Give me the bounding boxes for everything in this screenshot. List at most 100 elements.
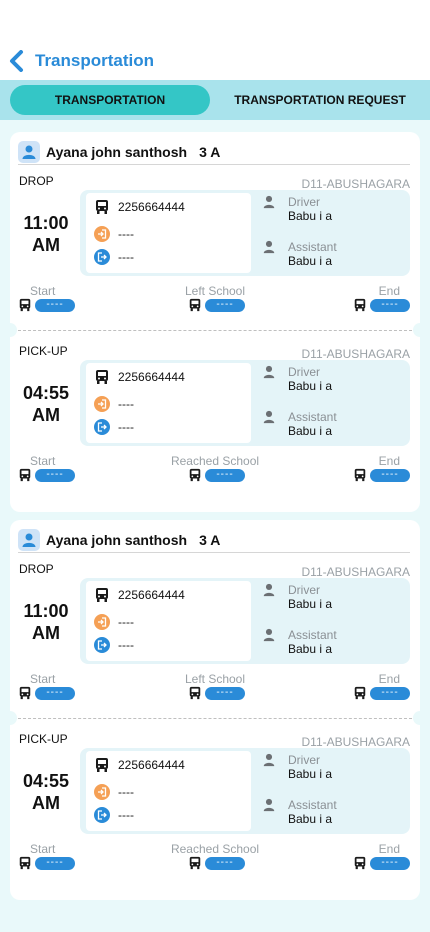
time-ampm: AM	[32, 793, 60, 813]
assistant-name: Babu i a	[288, 254, 333, 268]
trip-type: DROP	[19, 562, 54, 576]
trip-time: 04:55 AM	[18, 382, 74, 426]
bus-icon	[353, 298, 367, 312]
stage-status: ----	[188, 856, 245, 870]
driver-name: Babu i a	[288, 597, 333, 611]
stage-status-pill[interactable]: ----	[370, 686, 410, 700]
person-icon	[262, 410, 276, 424]
bus-info: 2256664444 ---- ----	[86, 581, 251, 661]
stage-status: ----	[188, 468, 245, 482]
person-icon	[262, 195, 276, 209]
stage-status-pill[interactable]: ----	[35, 686, 75, 700]
stage-status-pill[interactable]: ----	[205, 856, 245, 870]
boarding-row: ----	[94, 396, 134, 412]
login-icon	[94, 396, 110, 412]
boarding-value: ----	[118, 227, 134, 241]
stage-status-pill[interactable]: ----	[205, 686, 245, 700]
assistant-name: Babu i a	[288, 812, 333, 826]
stage-status-pill[interactable]: ----	[35, 856, 75, 870]
bus-icon	[18, 298, 32, 312]
boarding-value: ----	[118, 785, 134, 799]
page-title: Transportation	[35, 51, 155, 70]
route-name: D11-ABUSHAGARA	[301, 177, 410, 191]
stage-status: ----	[18, 298, 75, 312]
tab-transportation-request[interactable]: TRANSPORTATION REQUEST	[210, 85, 430, 115]
stage-status-pill[interactable]: ----	[205, 468, 245, 482]
login-icon	[94, 226, 110, 242]
stage-status: ----	[353, 856, 410, 870]
trip-section: DROP D11-ABUSHAGARA 11:00 AM 2256664444	[10, 562, 420, 732]
driver-name: Babu i a	[288, 767, 333, 781]
logout-icon	[94, 807, 110, 823]
app-header: Transportation	[0, 0, 430, 80]
bus-icon	[94, 757, 110, 773]
driver-label: Driver	[288, 365, 320, 379]
boarding-row: ----	[94, 226, 134, 242]
assistant-label: Assistant	[288, 240, 337, 254]
time-hm: 04:55	[22, 383, 70, 403]
stage-status: ----	[188, 686, 245, 700]
stage-status-pill[interactable]: ----	[370, 856, 410, 870]
alighting-row: ----	[94, 419, 134, 435]
boarding-row: ----	[94, 784, 134, 800]
alighting-value: ----	[118, 250, 134, 264]
driver-name: Babu i a	[288, 379, 333, 393]
time-hm: 04:55	[22, 771, 70, 791]
bus-info: 2256664444 ---- ----	[86, 193, 251, 273]
trip-time: 04:55 AM	[18, 770, 74, 814]
time-hm: 11:00	[23, 601, 69, 621]
bus-number: 2256664444	[118, 370, 185, 384]
stage-status: ----	[18, 468, 75, 482]
time-hm: 11:00	[23, 213, 69, 233]
person-icon	[262, 240, 276, 254]
boarding-row: ----	[94, 614, 134, 630]
stage-label: Left School	[184, 672, 246, 686]
route-name: D11-ABUSHAGARA	[301, 565, 410, 579]
alighting-row: ----	[94, 249, 134, 265]
route-name: D11-ABUSHAGARA	[301, 347, 410, 361]
chevron-left-icon	[10, 50, 23, 72]
stage-label: Reached School	[170, 454, 260, 468]
stage-status-pill[interactable]: ----	[370, 468, 410, 482]
stage-status-pill[interactable]: ----	[370, 298, 410, 312]
bus-number: 2256664444	[118, 758, 185, 772]
avatar	[18, 528, 40, 551]
bus-icon	[353, 468, 367, 482]
trip-type: PICK-UP	[19, 344, 68, 358]
boarding-value: ----	[118, 397, 134, 411]
stage-status: ----	[18, 856, 75, 870]
person-icon	[262, 753, 276, 767]
time-ampm: AM	[32, 623, 60, 643]
bus-icon	[94, 587, 110, 603]
stage-label: Left School	[184, 284, 246, 298]
trip-info-box: 2256664444 ---- ---- Driver Babu i a Ass…	[80, 748, 410, 834]
time-ampm: AM	[32, 405, 60, 425]
ticket-notch	[413, 711, 427, 725]
student-transport-card: Ayana john santhosh 3 A DROP D11-ABUSHAG…	[3, 132, 427, 512]
student-transport-card: Ayana john santhosh 3 A DROP D11-ABUSHAG…	[3, 520, 427, 900]
student-row: Ayana john santhosh 3 A	[18, 139, 410, 165]
driver-label: Driver	[288, 195, 320, 209]
bus-icon	[188, 298, 202, 312]
trip-time: 11:00 AM	[18, 600, 74, 644]
stage-label: End	[378, 672, 400, 686]
assistant-name: Babu i a	[288, 424, 333, 438]
bus-number: 2256664444	[118, 200, 185, 214]
back-button[interactable]: Transportation	[8, 50, 154, 72]
stage-status-pill[interactable]: ----	[205, 298, 245, 312]
stage-label: End	[378, 454, 400, 468]
stage-status: ----	[353, 468, 410, 482]
bus-icon	[18, 468, 32, 482]
bus-info: 2256664444 ---- ----	[86, 363, 251, 443]
student-class: 3 A	[199, 531, 221, 548]
assistant-label: Assistant	[288, 410, 337, 424]
bus-icon	[353, 686, 367, 700]
tab-transportation[interactable]: TRANSPORTATION	[10, 85, 210, 115]
trip-type: PICK-UP	[19, 732, 68, 746]
alighting-value: ----	[118, 638, 134, 652]
ticket-notch	[413, 323, 427, 337]
person-icon	[262, 798, 276, 812]
stage-status-pill[interactable]: ----	[35, 468, 75, 482]
stage-status-pill[interactable]: ----	[35, 298, 75, 312]
trip-time: 11:00 AM	[18, 212, 74, 256]
